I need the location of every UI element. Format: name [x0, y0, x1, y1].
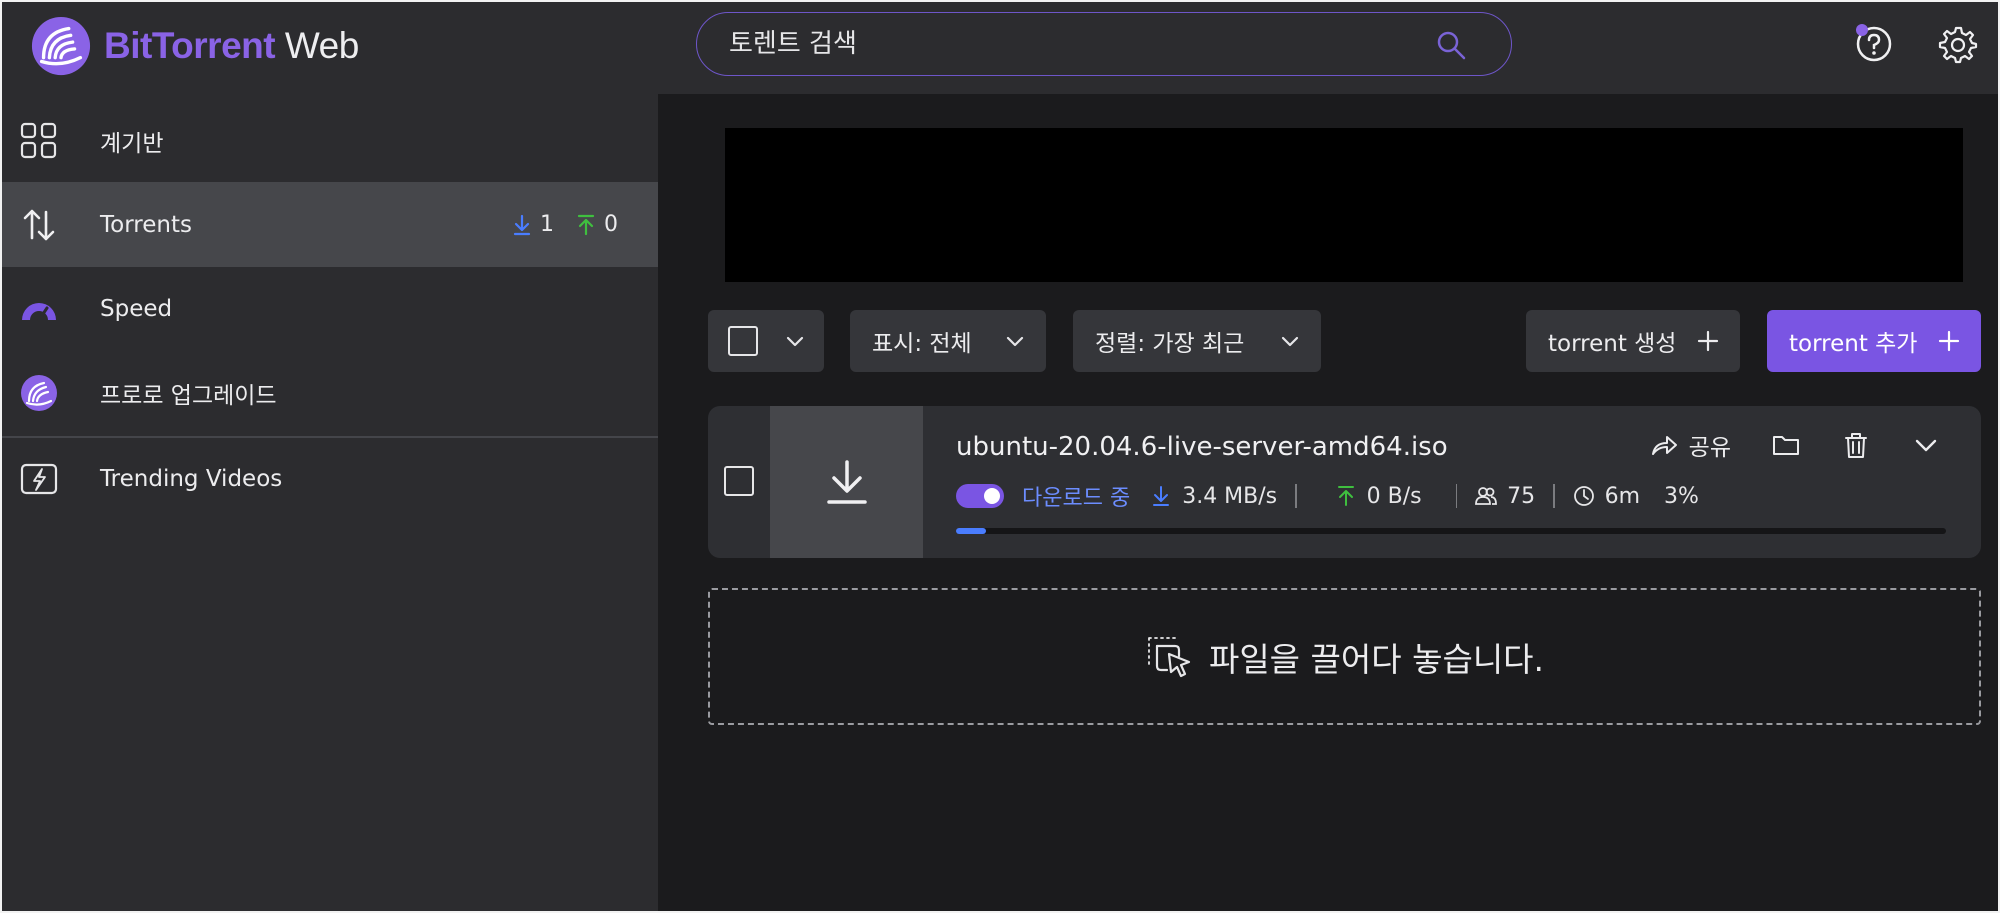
select-all-dropdown[interactable] — [708, 310, 824, 372]
share-label: 공유 — [1688, 435, 1731, 461]
drop-zone-text: 파일을 끌어다 놓습니다. — [1208, 639, 1545, 679]
torrent-name[interactable]: ubuntu-20.04.6-live-server-amd64.iso — [956, 432, 1448, 462]
sidebar-item-label: 프로로 업그레이드 — [100, 382, 277, 409]
expand-button[interactable] — [1911, 430, 1941, 460]
filter-dropdown[interactable]: 표시: 전체 — [850, 310, 1046, 372]
search-input[interactable] — [697, 13, 1511, 75]
peers-icon — [1475, 487, 1498, 505]
download-speed-value: 3.4 MB/s — [1182, 483, 1278, 509]
add-torrent-button[interactable]: torrent 추가 — [1767, 310, 1981, 372]
sidebar-item-upgrade-pro[interactable]: 프로로 업그레이드 — [2, 350, 658, 435]
download-arrow-icon — [513, 214, 531, 235]
chevron-down-icon — [1006, 336, 1024, 347]
upload-speed-value: 0 B/s — [1366, 483, 1422, 509]
peers-value: 75 — [1507, 483, 1536, 509]
notification-dot — [1856, 24, 1868, 36]
sidebar: 계기반 Torrents 1 0 Speed 프로로 업그레이드 Trendin… — [2, 94, 658, 911]
delete-button[interactable] — [1841, 430, 1871, 460]
share-icon — [1651, 436, 1677, 455]
torrent-stats: 다운로드 중 3.4 MB/s 0 B/s 75 6m 3% — [956, 480, 1699, 512]
bittorrent-logo-icon — [31, 16, 91, 76]
dashboard-icon — [20, 122, 57, 158]
torrent-checkbox[interactable] — [724, 466, 754, 496]
sidebar-item-speed[interactable]: Speed — [2, 266, 658, 351]
stat-separator — [1455, 484, 1458, 508]
speedometer-icon — [22, 302, 56, 321]
torrent-actions: 공유 — [1609, 428, 1941, 462]
eta-value: 6m — [1604, 483, 1641, 509]
app-title: BitTorrent Web — [104, 25, 359, 66]
drop-zone[interactable]: 파일을 끌어다 놓습니다. — [708, 588, 1981, 725]
torrent-thumbnail — [770, 406, 923, 558]
sort-label: 정렬: 가장 최근 — [1095, 331, 1245, 357]
upload-arrow-icon — [577, 214, 595, 235]
sort-dropdown[interactable]: 정렬: 가장 최근 — [1073, 310, 1321, 372]
search-bar[interactable] — [696, 12, 1512, 76]
bittorrent-pro-icon — [21, 374, 57, 411]
pause-resume-toggle[interactable] — [956, 484, 1004, 508]
folder-icon — [1773, 436, 1799, 455]
sidebar-item-torrents[interactable]: Torrents 1 0 — [2, 182, 658, 267]
download-arrow-icon — [1153, 486, 1170, 506]
sidebar-item-trending-videos[interactable]: Trending Videos — [2, 436, 658, 521]
progress-fill — [956, 528, 986, 534]
progress-percent: 3% — [1664, 483, 1699, 509]
peers: 75 — [1475, 484, 1535, 509]
open-folder-button[interactable] — [1771, 430, 1801, 460]
share-button[interactable]: 공유 — [1649, 428, 1731, 462]
chevron-down-icon — [1915, 439, 1937, 452]
create-torrent-button[interactable]: torrent 생성 — [1526, 310, 1740, 372]
sidebar-item-label: Trending Videos — [100, 465, 283, 492]
eta: 6m — [1573, 484, 1640, 509]
sidebar-item-dashboard[interactable]: 계기반 — [2, 98, 658, 183]
ad-banner[interactable] — [725, 128, 1963, 282]
sidebar-item-label: Torrents — [100, 211, 192, 238]
sidebar-item-label: 계기반 — [100, 130, 164, 157]
trash-icon — [1845, 433, 1867, 458]
chevron-down-icon — [786, 336, 804, 347]
torrent-status: 다운로드 중 — [1022, 486, 1131, 511]
lightning-screen-icon — [20, 463, 58, 494]
app-logo[interactable]: BitTorrent Web — [30, 14, 359, 78]
chevron-down-icon — [1281, 336, 1299, 347]
filter-label: 표시: 전체 — [872, 331, 972, 357]
create-torrent-label: torrent 생성 — [1548, 331, 1677, 357]
app-window: BitTorrent Web 토렌트 검색 계기반 Torrents 1 0 S… — [0, 0, 2000, 913]
top-bar: BitTorrent Web — [2, 2, 1998, 94]
upload-count: 0 — [604, 212, 618, 237]
clock-icon — [1573, 486, 1594, 506]
plus-icon — [1697, 330, 1719, 352]
transfer-counts: 1 0 — [512, 212, 618, 237]
download-count: 1 — [540, 212, 554, 237]
stat-separator — [1295, 484, 1297, 508]
transfer-arrows-icon — [23, 209, 55, 240]
sidebar-item-label: Speed — [100, 295, 173, 322]
stat-separator — [1553, 484, 1555, 508]
search-icon[interactable] — [1435, 29, 1467, 61]
gear-icon[interactable] — [1938, 24, 1978, 64]
download-speed: 3.4 MB/s — [1150, 484, 1277, 509]
progress-bar — [956, 528, 1946, 534]
upload-arrow-icon — [1337, 486, 1354, 506]
torrent-card[interactable]: ubuntu-20.04.6-live-server-amd64.iso 공유 — [708, 406, 1981, 558]
download-icon — [826, 460, 867, 504]
upload-speed: 0 B/s — [1335, 484, 1422, 509]
add-torrent-label: torrent 추가 — [1789, 331, 1918, 357]
select-all-checkbox[interactable] — [728, 326, 758, 356]
plus-icon — [1938, 330, 1960, 352]
drag-drop-icon — [1148, 636, 1191, 677]
